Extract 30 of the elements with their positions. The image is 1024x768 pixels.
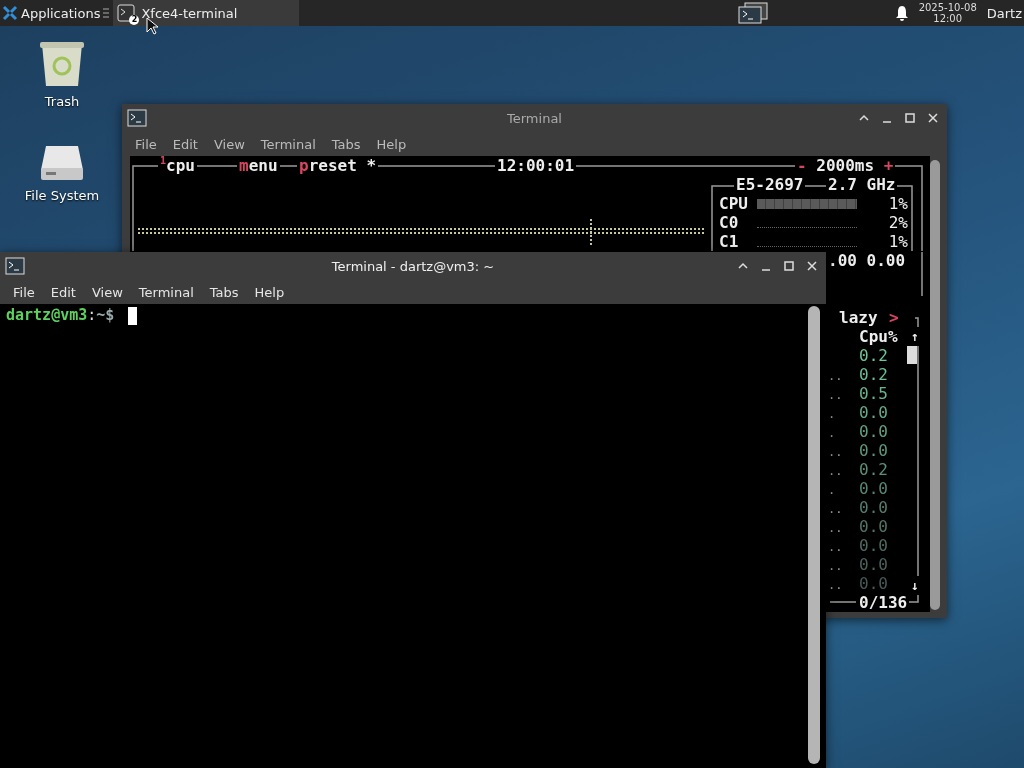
prompt-path: ~$ [96,306,115,325]
menu-item[interactable]: Tabs [201,284,247,300]
menu-item[interactable]: Terminal [252,136,324,152]
taskbar-button[interactable]: 2 Xfce4-terminal [113,0,300,26]
menu-item[interactable]: Help [368,136,415,152]
menu-item[interactable]: Edit [164,136,206,152]
prompt-user-host: dartz@vm3 [6,306,88,325]
desktop-icon-label[interactable]: File System [24,188,100,203]
column-header[interactable]: Cpu% [857,327,900,346]
applications-menu[interactable]: Applications [21,5,101,21]
menu-item[interactable]: Edit [42,284,84,300]
user-name[interactable]: Dartz [986,5,1022,21]
clock-date[interactable]: 2025-10-08 [918,2,977,13]
menu-item[interactable]: File [127,136,165,152]
menu-item[interactable]: Tabs [323,136,369,152]
process-count: 0/136 [857,593,910,612]
btop-tab[interactable]: preset * [297,156,379,175]
menu-item[interactable]: View [205,136,253,152]
btop-tab[interactable]: $^{1}$cpu [158,156,197,175]
window-title: Terminal [507,110,562,126]
prompt-separator: : [87,306,97,325]
clock-time[interactable]: 12:00 [933,13,963,24]
desktop-icon-label[interactable]: Trash [44,94,80,109]
menu-item[interactable]: Terminal [130,284,202,300]
count-badge: 2 [129,15,140,25]
menu-item[interactable]: View [83,284,131,300]
menu-item[interactable]: File [5,284,43,300]
window-title: Terminal - dartz@vm3: ~ [331,258,495,274]
sort-mode[interactable]: lazy [837,308,880,327]
menu-item[interactable]: Help [246,284,293,300]
